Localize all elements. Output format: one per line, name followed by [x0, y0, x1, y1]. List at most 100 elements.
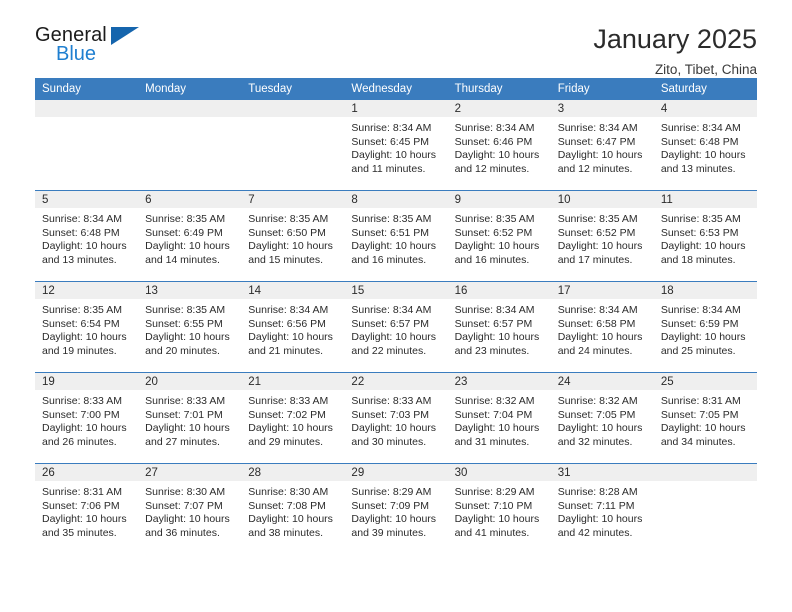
- sunset-text: Sunset: 6:47 PM: [557, 135, 636, 148]
- day-details: Sunrise: 8:35 AM Sunset: 6:54 PM Daylight:…: [35, 299, 138, 358]
- sunrise-text: Sunrise: 8:35 AM: [557, 213, 638, 225]
- day-number: 18: [653, 282, 757, 299]
- calendar-day-cell[interactable]: 21 Sunrise: 8:33 AM Sunset: 7:02 PM Dayligh…: [241, 372, 345, 464]
- sunrise-text: Sunrise: 8:29 AM: [454, 486, 535, 498]
- day-number: 22: [344, 373, 448, 390]
- sunrise-text: Sunrise: 8:35 AM: [660, 213, 741, 225]
- daylight-text-line2: and 16 minutes.: [351, 253, 427, 266]
- calendar-day-cell[interactable]: 29 Sunrise: 8:29 AM Sunset: 7:09 PM Dayligh…: [344, 463, 448, 554]
- calendar-day-cell[interactable]: 20 Sunrise: 8:33 AM Sunset: 7:01 PM Dayligh…: [138, 372, 242, 464]
- daylight-text-line2: and 13 minutes.: [42, 253, 117, 266]
- logo-text-blue: Blue: [56, 43, 97, 65]
- calendar-day-cell[interactable]: 19 Sunrise: 8:33 AM Sunset: 7:00 PM Dayligh…: [35, 372, 139, 464]
- daylight-text-line2: and 39 minutes.: [351, 526, 427, 539]
- calendar-day-cell[interactable]: 17 Sunrise: 8:34 AM Sunset: 6:58 PM Dayligh…: [550, 281, 654, 373]
- daylight-text-line1: Daylight: 10 hours: [42, 331, 127, 344]
- sunrise-text: Sunrise: 8:34 AM: [454, 304, 535, 316]
- daylight-text-line1: Daylight: 10 hours: [248, 513, 333, 526]
- day-number: 7: [241, 191, 345, 208]
- calendar-day-cell[interactable]: 15 Sunrise: 8:34 AM Sunset: 6:57 PM Dayligh…: [344, 281, 448, 373]
- calendar-day-cell[interactable]: 10 Sunrise: 8:35 AM Sunset: 6:52 PM Dayligh…: [550, 190, 654, 282]
- calendar-day-cell[interactable]: 28 Sunrise: 8:30 AM Sunset: 7:08 PM Dayligh…: [241, 463, 345, 554]
- day-details: Sunrise: 8:29 AM Sunset: 7:10 PM Daylight:…: [448, 481, 551, 540]
- calendar-day-cell[interactable]: 24 Sunrise: 8:32 AM Sunset: 7:05 PM Dayligh…: [550, 372, 654, 464]
- calendar-day-cell[interactable]: 3 Sunrise: 8:34 AM Sunset: 6:47 PM Daylight…: [550, 100, 654, 191]
- day-details: Sunrise: 8:34 AM Sunset: 6:59 PM Daylight:…: [654, 299, 757, 358]
- calendar-day-cell[interactable]: 8 Sunrise: 8:35 AM Sunset: 6:51 PM Daylight…: [344, 190, 448, 282]
- calendar-week-row: 19 Sunrise: 8:33 AM Sunset: 7:00 PM Dayligh…: [35, 372, 757, 464]
- sunset-text: Sunset: 6:58 PM: [557, 317, 636, 330]
- sunrise-text: Sunrise: 8:34 AM: [557, 122, 638, 134]
- day-details: Sunrise: 8:30 AM Sunset: 7:07 PM Daylight:…: [138, 481, 241, 540]
- sunset-text: Sunset: 7:07 PM: [145, 499, 223, 512]
- page-header: General Blue January 2025 Zito, Tibet, C…: [35, 0, 757, 77]
- day-details: Sunrise: 8:34 AM Sunset: 6:48 PM Daylight:…: [654, 117, 757, 176]
- daylight-text-line1: Daylight: 10 hours: [557, 513, 643, 526]
- calendar-day-cell[interactable]: 9 Sunrise: 8:35 AM Sunset: 6:52 PM Daylight…: [447, 190, 551, 282]
- calendar-cell-empty: [138, 100, 242, 191]
- calendar-day-cell[interactable]: 13 Sunrise: 8:35 AM Sunset: 6:55 PM Dayligh…: [138, 281, 242, 373]
- sunset-text: Sunset: 6:52 PM: [557, 226, 636, 239]
- day-details: Sunrise: 8:35 AM Sunset: 6:55 PM Daylight:…: [138, 299, 241, 358]
- day-details: Sunrise: 8:34 AM Sunset: 6:57 PM Daylight:…: [344, 299, 447, 358]
- daylight-text-line1: Daylight: 10 hours: [351, 331, 437, 344]
- day-number: [653, 464, 757, 481]
- calendar-day-cell[interactable]: 6 Sunrise: 8:35 AM Sunset: 6:49 PM Daylight…: [138, 190, 242, 282]
- sunrise-text: Sunrise: 8:31 AM: [42, 486, 122, 498]
- daylight-text-line2: and 36 minutes.: [145, 526, 220, 539]
- day-details: Sunrise: 8:34 AM Sunset: 6:47 PM Daylight:…: [551, 117, 654, 176]
- calendar-day-cell[interactable]: 25 Sunrise: 8:31 AM Sunset: 7:05 PM Dayligh…: [653, 372, 757, 464]
- calendar-day-cell[interactable]: 7 Sunrise: 8:35 AM Sunset: 6:50 PM Daylight…: [241, 190, 345, 282]
- calendar-day-cell[interactable]: 12 Sunrise: 8:35 AM Sunset: 6:54 PM Dayligh…: [35, 281, 139, 373]
- calendar-day-cell[interactable]: 11 Sunrise: 8:35 AM Sunset: 6:53 PM Dayligh…: [653, 190, 757, 282]
- calendar-day-cell[interactable]: 1 Sunrise: 8:34 AM Sunset: 6:45 PM Daylight…: [344, 100, 448, 191]
- calendar-week-row: 1 Sunrise: 8:34 AM Sunset: 6:45 PM Daylight…: [35, 100, 757, 191]
- calendar-week-row: 5 Sunrise: 8:34 AM Sunset: 6:48 PM Daylight…: [35, 190, 757, 282]
- sunrise-text: Sunrise: 8:30 AM: [248, 486, 329, 498]
- day-number: 29: [344, 464, 448, 481]
- weekday-header-tuesday: Tuesday: [241, 78, 345, 100]
- calendar-day-cell[interactable]: 5 Sunrise: 8:34 AM Sunset: 6:48 PM Daylight…: [35, 190, 139, 282]
- daylight-text-line2: and 27 minutes.: [145, 435, 220, 448]
- sunset-text: Sunset: 7:09 PM: [351, 499, 430, 512]
- day-details: Sunrise: 8:34 AM Sunset: 6:56 PM Daylight:…: [241, 299, 344, 358]
- sunset-text: Sunset: 6:56 PM: [248, 317, 326, 330]
- sunrise-text: Sunrise: 8:35 AM: [42, 304, 122, 316]
- daylight-text-line2: and 12 minutes.: [454, 162, 530, 175]
- calendar-day-cell[interactable]: 18 Sunrise: 8:34 AM Sunset: 6:59 PM Dayligh…: [653, 281, 757, 373]
- daylight-text-line1: Daylight: 10 hours: [42, 513, 127, 526]
- daylight-text-line2: and 31 minutes.: [454, 435, 530, 448]
- daylight-text-line1: Daylight: 10 hours: [557, 149, 643, 162]
- general-blue-logo[interactable]: General Blue: [35, 24, 155, 70]
- daylight-text-line2: and 12 minutes.: [557, 162, 633, 175]
- day-details: Sunrise: 8:35 AM Sunset: 6:51 PM Daylight:…: [344, 208, 447, 267]
- calendar-day-cell[interactable]: 14 Sunrise: 8:34 AM Sunset: 6:56 PM Dayligh…: [241, 281, 345, 373]
- day-details: Sunrise: 8:31 AM Sunset: 7:06 PM Daylight:…: [35, 481, 138, 540]
- calendar-day-cell[interactable]: 26 Sunrise: 8:31 AM Sunset: 7:06 PM Dayligh…: [35, 463, 139, 554]
- calendar-day-cell[interactable]: 31 Sunrise: 8:28 AM Sunset: 7:11 PM Dayligh…: [550, 463, 654, 554]
- calendar-day-cell[interactable]: 30 Sunrise: 8:29 AM Sunset: 7:10 PM Dayligh…: [447, 463, 551, 554]
- calendar-day-cell[interactable]: 23 Sunrise: 8:32 AM Sunset: 7:04 PM Dayligh…: [447, 372, 551, 464]
- day-details: Sunrise: 8:34 AM Sunset: 6:45 PM Daylight:…: [344, 117, 447, 176]
- calendar-day-cell[interactable]: 16 Sunrise: 8:34 AM Sunset: 6:57 PM Dayligh…: [447, 281, 551, 373]
- daylight-text-line2: and 34 minutes.: [660, 435, 736, 448]
- day-number: 30: [447, 464, 551, 481]
- sunrise-text: Sunrise: 8:33 AM: [248, 395, 329, 407]
- day-details: Sunrise: 8:28 AM Sunset: 7:11 PM Daylight:…: [551, 481, 654, 540]
- calendar-day-cell[interactable]: 2 Sunrise: 8:34 AM Sunset: 6:46 PM Daylight…: [447, 100, 551, 191]
- day-details: Sunrise: 8:33 AM Sunset: 7:02 PM Daylight:…: [241, 390, 344, 449]
- day-number: [138, 100, 242, 117]
- calendar-page: General Blue January 2025 Zito, Tibet, C…: [0, 0, 792, 612]
- sunset-text: Sunset: 6:52 PM: [454, 226, 533, 239]
- day-details: Sunrise: 8:32 AM Sunset: 7:05 PM Daylight:…: [551, 390, 654, 449]
- calendar-day-cell[interactable]: 22 Sunrise: 8:33 AM Sunset: 7:03 PM Dayligh…: [344, 372, 448, 464]
- daylight-text-line1: Daylight: 10 hours: [145, 422, 230, 435]
- sunset-text: Sunset: 7:08 PM: [248, 499, 326, 512]
- day-number: 14: [241, 282, 345, 299]
- sunrise-text: Sunrise: 8:35 AM: [145, 213, 226, 225]
- daylight-text-line2: and 22 minutes.: [351, 344, 427, 357]
- calendar-day-cell[interactable]: 4 Sunrise: 8:34 AM Sunset: 6:48 PM Daylight…: [653, 100, 757, 191]
- daylight-text-line2: and 19 minutes.: [42, 344, 117, 357]
- calendar-day-cell[interactable]: 27 Sunrise: 8:30 AM Sunset: 7:07 PM Dayligh…: [138, 463, 242, 554]
- day-number: 17: [550, 282, 654, 299]
